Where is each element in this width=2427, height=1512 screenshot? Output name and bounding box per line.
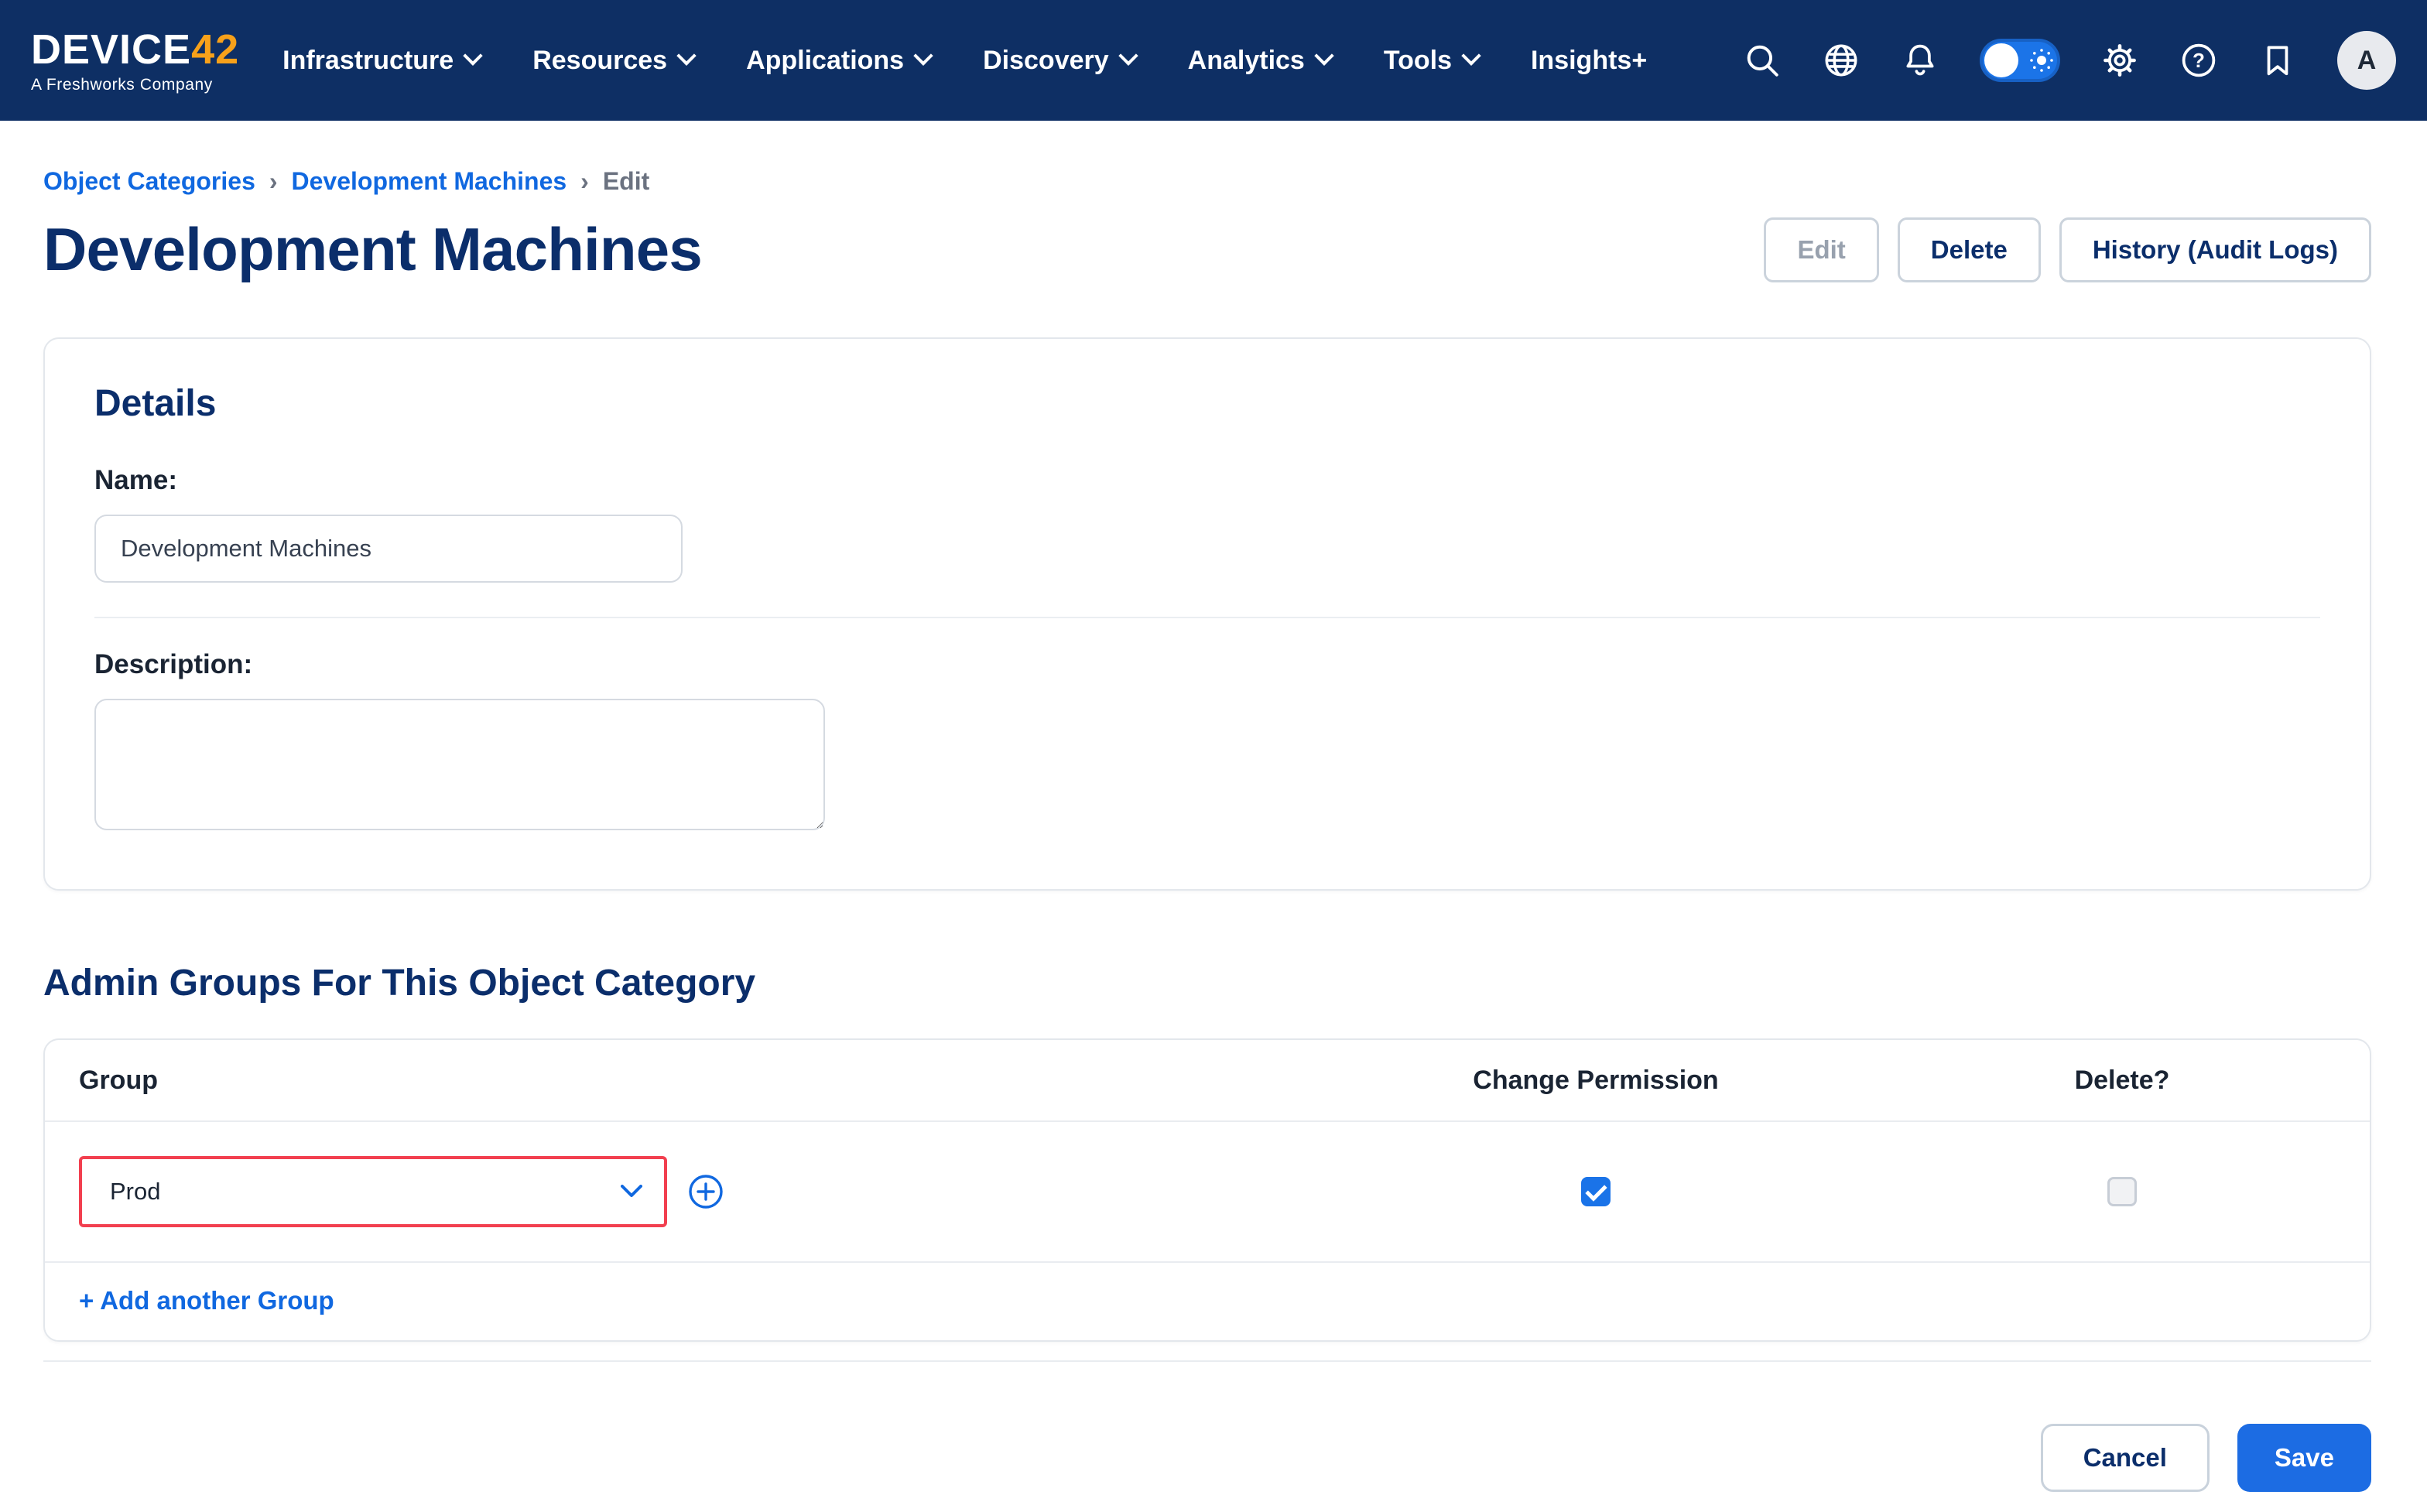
page-content: Object Categories › Development Machines…: [0, 167, 2427, 1512]
field-divider: [94, 617, 2320, 618]
notifications-bell-icon[interactable]: [1901, 41, 1939, 80]
edit-button[interactable]: Edit: [1764, 217, 1879, 282]
add-another-group-link[interactable]: + Add another Group: [79, 1286, 334, 1315]
delete-cell: [1874, 1177, 2370, 1206]
theme-toggle[interactable]: [1980, 39, 2060, 82]
brand-primary: DEVICE: [31, 26, 192, 73]
top-navigation: DEVICE42 A Freshworks Company Infrastruc…: [0, 0, 2427, 121]
nav-item-label: Discovery: [983, 45, 1109, 75]
group-select[interactable]: Prod: [79, 1156, 667, 1227]
chevron-down-icon: [621, 1185, 642, 1197]
cancel-button[interactable]: Cancel: [2040, 1424, 2210, 1492]
table-row: Prod: [45, 1122, 2370, 1263]
footer-actions: Cancel Save: [43, 1424, 2371, 1512]
chevron-down-icon: [913, 46, 933, 66]
nav-item-resources[interactable]: Resources: [532, 45, 697, 76]
nav-item-insights[interactable]: Insights+: [1531, 46, 1647, 76]
toggle-knob-icon: [1984, 43, 2018, 77]
admin-groups-heading: Admin Groups For This Object Category: [43, 963, 756, 1004]
user-avatar[interactable]: A: [2337, 31, 2396, 90]
search-icon[interactable]: [1743, 41, 1782, 80]
nav-item-label: Applications: [746, 45, 905, 75]
brand-name: DEVICE42: [31, 29, 239, 70]
section-divider: [43, 1360, 2371, 1362]
breadcrumb-object-categories[interactable]: Object Categories: [43, 167, 255, 196]
history-audit-logs-button[interactable]: History (Audit Logs): [2059, 217, 2371, 282]
nav-item-label: Infrastructure: [282, 45, 454, 75]
svg-text:?: ?: [2193, 49, 2205, 72]
page-header: Development Machines Edit Delete History…: [43, 214, 2371, 285]
change-permission-cell: [1317, 1177, 1874, 1206]
column-header-group: Group: [79, 1065, 158, 1095]
nav-item-label: Resources: [532, 45, 668, 75]
help-icon[interactable]: ?: [2179, 41, 2218, 80]
details-card: Details Name: Description:: [43, 337, 2371, 891]
nav-item-applications[interactable]: Applications: [746, 45, 933, 76]
chevron-down-icon: [676, 46, 697, 66]
breadcrumb: Object Categories › Development Machines…: [43, 167, 2371, 196]
column-header-change-permission: Change Permission: [1473, 1065, 1719, 1095]
chevron-down-icon: [1118, 46, 1138, 66]
admin-groups-table: Group Change Permission Delete? Prod + A…: [43, 1038, 2371, 1342]
globe-icon[interactable]: [1822, 41, 1860, 80]
nav-item-label: Tools: [1383, 45, 1452, 75]
device42-logo[interactable]: DEVICE42 A Freshworks Company: [31, 29, 239, 93]
nav-item-analytics[interactable]: Analytics: [1187, 45, 1334, 76]
chevron-down-icon: [1314, 46, 1334, 66]
add-group-row: + Add another Group: [45, 1263, 2370, 1340]
breadcrumb-separator: ›: [580, 167, 589, 195]
breadcrumb-separator: ›: [269, 167, 278, 195]
add-group-plus-icon[interactable]: [687, 1173, 724, 1210]
group-select-value: Prod: [110, 1178, 161, 1205]
nav-item-label: Insights+: [1530, 45, 1648, 75]
name-input[interactable]: [94, 515, 683, 583]
save-button[interactable]: Save: [2237, 1424, 2371, 1492]
chevron-down-icon: [463, 46, 483, 66]
group-cell: Prod: [79, 1156, 1317, 1227]
nav-item-discovery[interactable]: Discovery: [983, 45, 1138, 76]
description-label: Description:: [94, 649, 253, 679]
brand-tagline: A Freshworks Company: [31, 75, 213, 94]
nav-utilities: ? A: [1743, 31, 2396, 90]
description-input[interactable]: [94, 699, 825, 830]
nav-item-infrastructure[interactable]: Infrastructure: [282, 45, 483, 76]
delete-checkbox[interactable]: [2107, 1177, 2137, 1206]
avatar-initial: A: [2357, 45, 2377, 75]
change-permission-checkbox[interactable]: [1581, 1177, 1611, 1206]
page-actions: Edit Delete History (Audit Logs): [1764, 217, 2371, 282]
gear-icon[interactable]: [2100, 41, 2139, 80]
chevron-down-icon: [1461, 46, 1481, 66]
breadcrumb-development-machines[interactable]: Development Machines: [292, 167, 567, 196]
nav-item-tools[interactable]: Tools: [1383, 45, 1481, 76]
details-heading: Details: [94, 383, 217, 424]
delete-button[interactable]: Delete: [1897, 217, 2041, 282]
breadcrumb-current: Edit: [602, 167, 650, 195]
column-header-delete: Delete?: [2074, 1065, 2170, 1095]
brand-accent: 42: [191, 26, 240, 73]
table-header-row: Group Change Permission Delete?: [45, 1040, 2370, 1122]
page-title: Development Machines: [43, 215, 703, 283]
nav-menu: Infrastructure Resources Applications Di…: [282, 46, 1647, 76]
nav-item-label: Analytics: [1187, 45, 1305, 75]
sun-icon: [2030, 49, 2053, 72]
name-label: Name:: [94, 465, 177, 495]
bookmark-icon[interactable]: [2258, 41, 2297, 80]
